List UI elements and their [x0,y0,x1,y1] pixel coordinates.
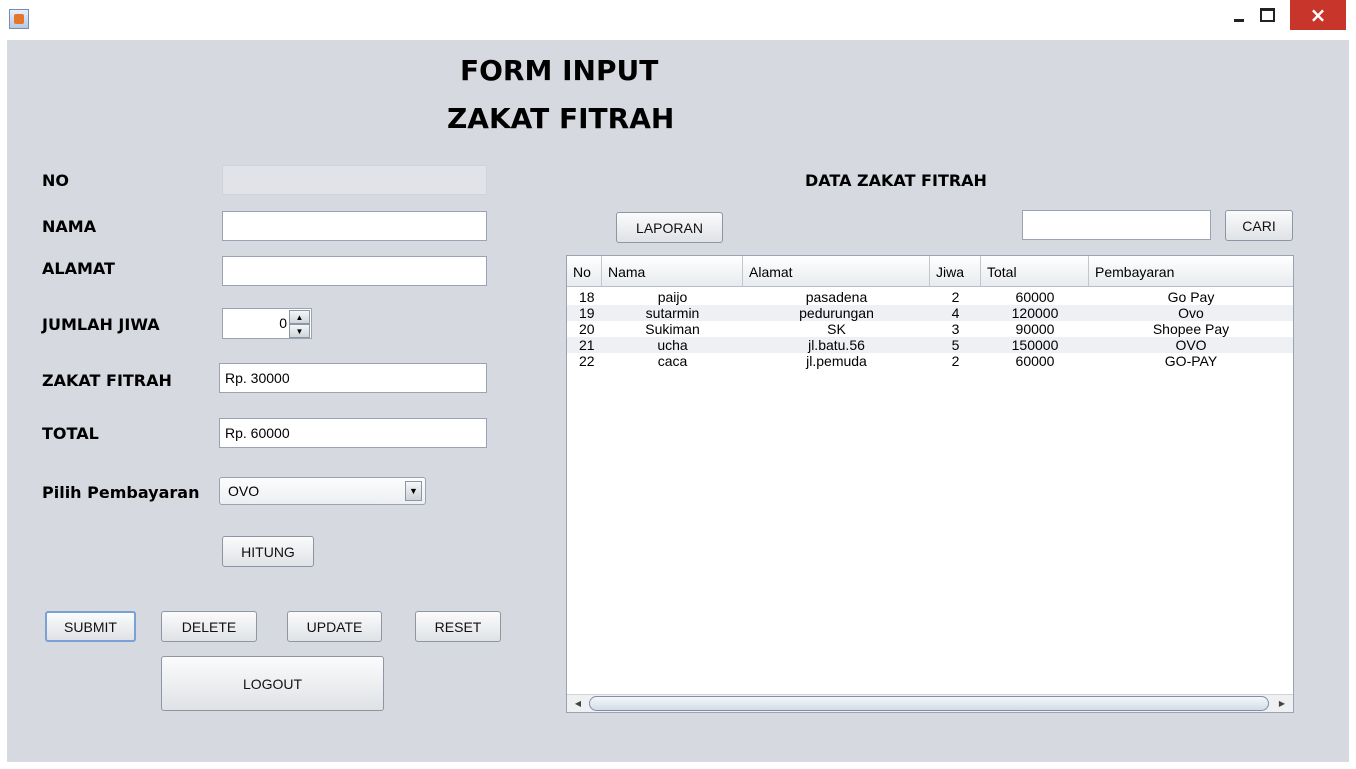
cell-jiwa: 4 [951,305,960,321]
cell-jiwa: 3 [951,321,960,337]
cell-total: 90000 [1015,321,1055,337]
scroll-right-icon[interactable]: ▶ [1273,696,1291,711]
cell-nama: paijo [657,289,688,305]
column-header-nama[interactable]: Nama [602,256,743,287]
form-title-line1: FORM INPUT [460,54,659,87]
cell-no: 19 [579,305,595,321]
column-header-no[interactable]: No [567,256,602,287]
close-icon: × [1309,3,1327,27]
cell-nama: caca [657,353,688,369]
horizontal-scrollbar[interactable]: ◀ ▶ [567,694,1293,712]
cell-total: 60000 [1015,289,1055,305]
cell-no: 20 [579,321,595,337]
no-field [222,165,487,195]
scrollbar-thumb[interactable] [589,696,1269,711]
java-app-icon[interactable] [9,9,29,29]
table-row[interactable]: 19 sutarmin pedurungan 4 120000 Ovo [567,305,1293,321]
laporan-button[interactable]: LAPORAN [616,212,723,243]
cell-pembayaran: OVO [1175,337,1207,353]
scroll-left-icon[interactable]: ◀ [569,696,587,711]
reset-button[interactable]: RESET [415,611,501,642]
chevron-up-icon: ▲ [295,312,304,322]
cell-total: 150000 [1011,337,1059,353]
jumlah-jiwa-label: JUMLAH JIWA [42,315,160,334]
window-client-area: FORM INPUT ZAKAT FITRAH NO NAMA ALAMAT J… [7,40,1349,762]
cell-alamat: SK [827,321,846,337]
zakat-fitrah-label: ZAKAT FITRAH [42,371,172,390]
table-header: No Nama Alamat Jiwa Total Pembayaran [567,256,1293,287]
chevron-down-icon: ▼ [409,486,418,496]
title-bar: × [0,0,1356,40]
table-row[interactable]: 18 paijo pasadena 2 60000 Go Pay [567,289,1293,305]
cell-pembayaran: Shopee Pay [1152,321,1230,337]
maximize-icon[interactable] [1254,0,1280,30]
column-header-alamat[interactable]: Alamat [743,256,930,287]
column-header-total[interactable]: Total [981,256,1089,287]
cell-pembayaran: GO-PAY [1164,353,1218,369]
column-header-jiwa[interactable]: Jiwa [930,256,981,287]
cell-nama: ucha [657,337,688,353]
cell-no: 22 [579,353,595,369]
cell-nama: Sukiman [645,321,700,337]
spinner-up-button[interactable]: ▲ [289,310,310,324]
pembayaran-select[interactable]: OVO ▼ [219,477,426,505]
cell-pembayaran: Ovo [1178,305,1204,321]
cell-alamat: jl.pemuda [806,353,867,369]
cell-no: 21 [579,337,595,353]
pembayaran-selected-value: OVO [228,483,260,499]
jumlah-jiwa-spinner[interactable]: 0 ▲ ▼ [222,308,312,339]
cell-total: 60000 [1015,353,1055,369]
cell-alamat: pasadena [805,289,868,305]
column-header-pembayaran[interactable]: Pembayaran [1089,256,1293,287]
delete-button[interactable]: DELETE [161,611,257,642]
table-row[interactable]: 20 Sukiman SK 3 90000 Shopee Pay [567,321,1293,337]
cell-jiwa: 2 [951,353,960,369]
nama-label: NAMA [42,217,97,236]
chevron-down-icon: ▼ [295,326,304,336]
pilih-pembayaran-label: Pilih Pembayaran [42,483,200,502]
form-title-line2: ZAKAT FITRAH [447,102,675,135]
spinner-down-button[interactable]: ▼ [289,324,310,338]
hitung-button[interactable]: HITUNG [222,536,314,567]
cell-jiwa: 5 [951,337,960,353]
total-label: TOTAL [42,424,99,443]
table-row[interactable]: 22 caca jl.pemuda 2 60000 GO-PAY [567,353,1293,369]
table-body: 18 paijo pasadena 2 60000 Go Pay 19 sutarmin ped… [567,289,1293,369]
jumlah-jiwa-value: 0 [279,315,287,331]
minimize-icon[interactable] [1226,0,1252,30]
logout-button[interactable]: LOGOUT [161,656,384,711]
dropdown-arrow-icon[interactable]: ▼ [405,481,422,501]
cell-alamat: pedurungan [799,305,874,321]
submit-button[interactable]: SUBMIT [45,611,136,642]
nama-field[interactable] [222,211,487,241]
data-zakat-fitrah-heading: DATA ZAKAT FITRAH [805,171,987,190]
no-label: NO [42,171,69,190]
search-input[interactable] [1022,210,1211,240]
zakat-fitrah-field[interactable]: Rp. 30000 [219,363,487,393]
cell-no: 18 [579,289,595,305]
alamat-field[interactable] [222,256,487,286]
cari-button[interactable]: CARI [1225,210,1293,241]
cell-total: 120000 [1011,305,1059,321]
alamat-label: ALAMAT [42,259,115,278]
cell-nama: sutarmin [645,305,700,321]
update-button[interactable]: UPDATE [287,611,382,642]
total-field[interactable]: Rp. 60000 [219,418,487,448]
table-row[interactable]: 21 ucha jl.batu.56 5 150000 OVO [567,337,1293,353]
cell-alamat: jl.batu.56 [808,337,865,353]
cell-jiwa: 2 [951,289,960,305]
data-table[interactable]: No Nama Alamat Jiwa Total Pembayaran 18 p… [566,255,1294,713]
close-button[interactable]: × [1290,0,1346,30]
cell-pembayaran: Go Pay [1167,289,1215,305]
